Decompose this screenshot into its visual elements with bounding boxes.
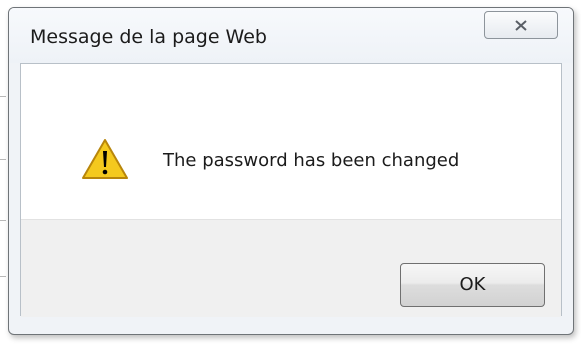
alert-dialog: Message de la page Web The password has … bbox=[8, 7, 574, 335]
dialog-message: The password has been changed bbox=[163, 150, 460, 171]
background-artifact bbox=[0, 159, 6, 160]
dialog-title: Message de la page Web bbox=[30, 26, 267, 48]
dialog-content: The password has been changed OK bbox=[20, 63, 562, 317]
dialog-titlebar[interactable]: Message de la page Web bbox=[9, 8, 573, 63]
close-button[interactable] bbox=[484, 11, 558, 39]
background-artifact bbox=[0, 276, 6, 277]
background-artifact bbox=[0, 96, 6, 97]
ok-button[interactable]: OK bbox=[400, 263, 545, 307]
warning-icon bbox=[82, 139, 128, 179]
background-artifact bbox=[0, 220, 6, 221]
close-icon bbox=[515, 20, 527, 31]
